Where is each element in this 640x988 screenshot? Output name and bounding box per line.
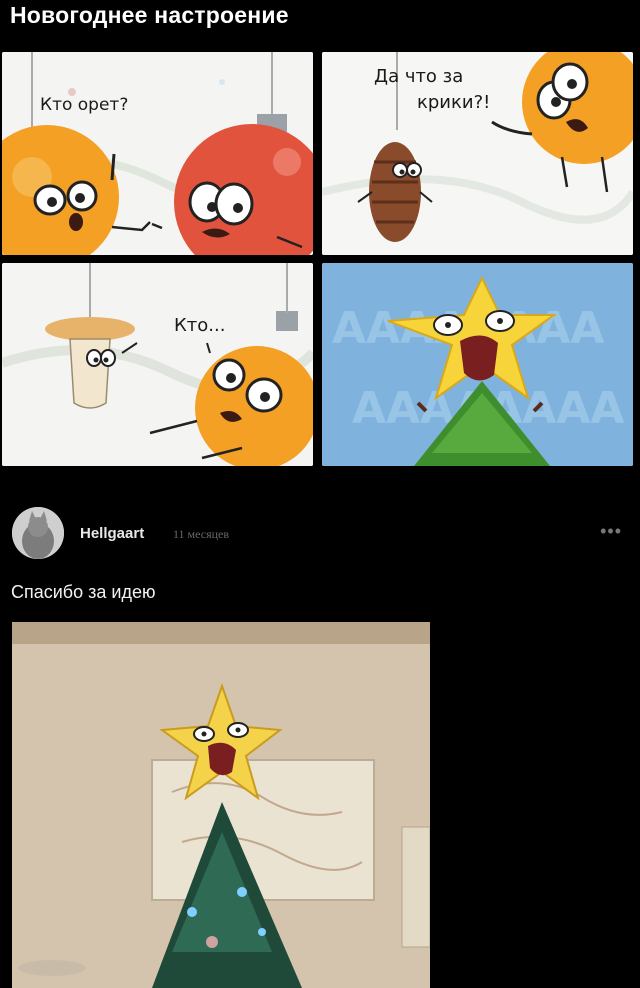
avatar[interactable] <box>12 507 64 559</box>
more-options-icon[interactable]: ••• <box>600 521 622 542</box>
comment-timestamp: 11 месяцев <box>173 527 230 541</box>
comic-panel-2[interactable]: Да что за крики?! <box>322 52 633 255</box>
panel3-speech: Кто... <box>174 315 225 336</box>
comment-photo[interactable] <box>12 622 430 988</box>
comment-text: Спасибо за идею <box>11 582 156 602</box>
panel1-speech: Кто орет? <box>40 95 128 115</box>
panel2-speech-line2: крики?! <box>417 92 490 113</box>
comic-panel-1[interactable]: Кто орет? <box>2 52 313 255</box>
comic-panel-4[interactable]: АААААААА АААААААА <box>322 263 633 466</box>
comment-author-row: Hellgaart 11 месяцев ••• <box>8 505 632 561</box>
comment-author-name[interactable]: Hellgaart <box>80 525 144 542</box>
comic-panel-3[interactable]: Кто... <box>2 263 313 466</box>
panel2-speech-line1: Да что за <box>374 66 463 87</box>
post-title: Новогоднее настроение <box>10 2 289 28</box>
